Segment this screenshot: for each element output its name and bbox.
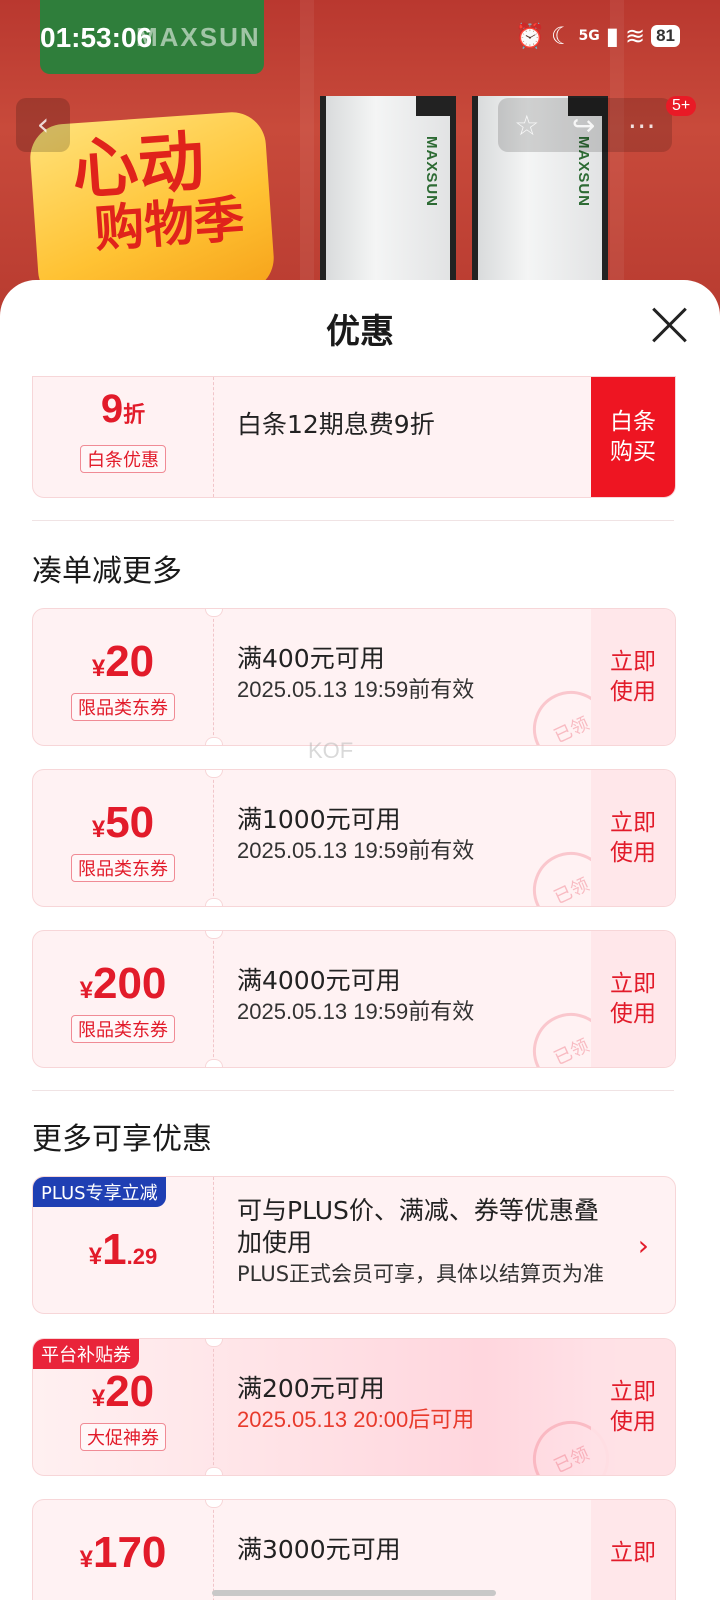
coupon-card: ¥20 限品类东券 满400元可用 2025.05.13 19:59前有效 已领… [32,608,676,746]
baitiao-tag: 白条优惠 [80,445,166,473]
close-icon[interactable] [646,302,694,350]
home-indicator[interactable] [212,1590,496,1596]
coupon-card: ¥200 限品类东券 满4000元可用 2025.05.13 19:59前有效 … [32,930,676,1068]
network-label: 5G [578,28,600,44]
use-now-button[interactable]: 立即 使用 [591,931,675,1067]
baitiao-offer-card: 9折 白条优惠 白条12期息费9折 白条 购买 [32,376,676,498]
moon-icon: ☾ [551,22,573,50]
favorite-star-icon[interactable]: ☆ [514,109,539,142]
use-now-button[interactable]: 立即 使用 [591,770,675,906]
section-title-more: 更多可享优惠 [32,1122,212,1157]
platform-corner-tag: 平台补贴券 [33,1339,139,1369]
use-now-button[interactable]: 立即 [591,1500,675,1600]
baitiao-discount: 9折 [100,387,146,431]
notification-badge: 5+ [666,96,697,116]
platform-coupon-card: 平台补贴券 ¥20 大促神券 满200元可用 2025.05.13 20:00后… [32,1338,676,1476]
section-divider [32,520,674,521]
back-button[interactable]: ‹ [16,98,70,152]
coupon-tag: 限品类东券 [71,1015,175,1043]
chevron-right-icon: › [637,1229,649,1262]
coupon-tag: 大促神券 [80,1423,166,1451]
coupon-amount: ¥170 [79,1528,167,1577]
more-icon[interactable]: ⋯ [628,109,656,142]
status-time: 01:53:06 [40,22,153,53]
use-now-button[interactable]: 立即 使用 [591,1339,675,1475]
plus-amount: ¥1.29 [88,1225,158,1274]
promo-text: 心动 购物季 [69,122,247,259]
section-divider [32,1090,674,1091]
top-action-group: ☆ ↪ ⋯ [498,98,672,152]
share-icon[interactable]: ↪ [572,109,595,142]
coupon-amount: ¥50 [91,798,155,847]
plus-description: 可与PLUS价、满减、券等优惠叠加使用 PLUS正式会员可享，具体以结算页为准 [237,1196,605,1286]
coupon-description: 满3000元可用 [237,1535,401,1564]
coupon-description: 满200元可用 2025.05.13 20:00后可用 [237,1374,475,1432]
baitiao-buy-button[interactable]: 白条 购买 [591,377,675,497]
coupon-card: ¥50 限品类东券 满1000元可用 2025.05.13 19:59前有效 已… [32,769,676,907]
coupon-amount: ¥20 [91,637,155,686]
signal-icon: ▮ [605,22,619,50]
plus-offer-card[interactable]: PLUS专享立减 ¥1.29 可与PLUS价、满减、券等优惠叠加使用 PLUS正… [32,1176,676,1314]
plus-corner-tag: PLUS专享立减 [33,1177,166,1207]
section-title-bundle: 凑单减更多 [32,554,182,589]
alarm-icon: ⏰ [515,22,545,50]
coupon-amount: ¥200 [79,959,167,1008]
coupon-description: 满4000元可用 2025.05.13 19:59前有效 [237,966,475,1024]
coupon-amount: ¥20 [91,1367,155,1416]
coupon-tag: 限品类东券 [71,693,175,721]
coupon-card: ¥170 满3000元可用 立即 [32,1499,676,1600]
coupon-description: 满400元可用 2025.05.13 19:59前有效 [237,644,475,702]
chevron-left-icon: ‹ [36,105,50,143]
coupon-description: 满1000元可用 2025.05.13 19:59前有效 [237,805,475,863]
battery-indicator: 81 [651,25,680,47]
watermark: KOF [308,738,354,763]
sheet-title: 优惠 [326,312,394,352]
status-bar: 01:53:06 ⏰ ☾ 5G ▮ ≋ 81 [0,0,720,80]
wifi-icon: ≋ [624,22,646,50]
coupon-tag: 限品类东券 [71,854,175,882]
discount-sheet: 优惠 9折 白条优惠 白条12期息费9折 白条 购买 凑单减更多 ¥20 限品类… [0,280,720,1600]
use-now-button[interactable]: 立即 使用 [591,609,675,745]
baitiao-description: 白条12期息费9折 [237,410,435,439]
